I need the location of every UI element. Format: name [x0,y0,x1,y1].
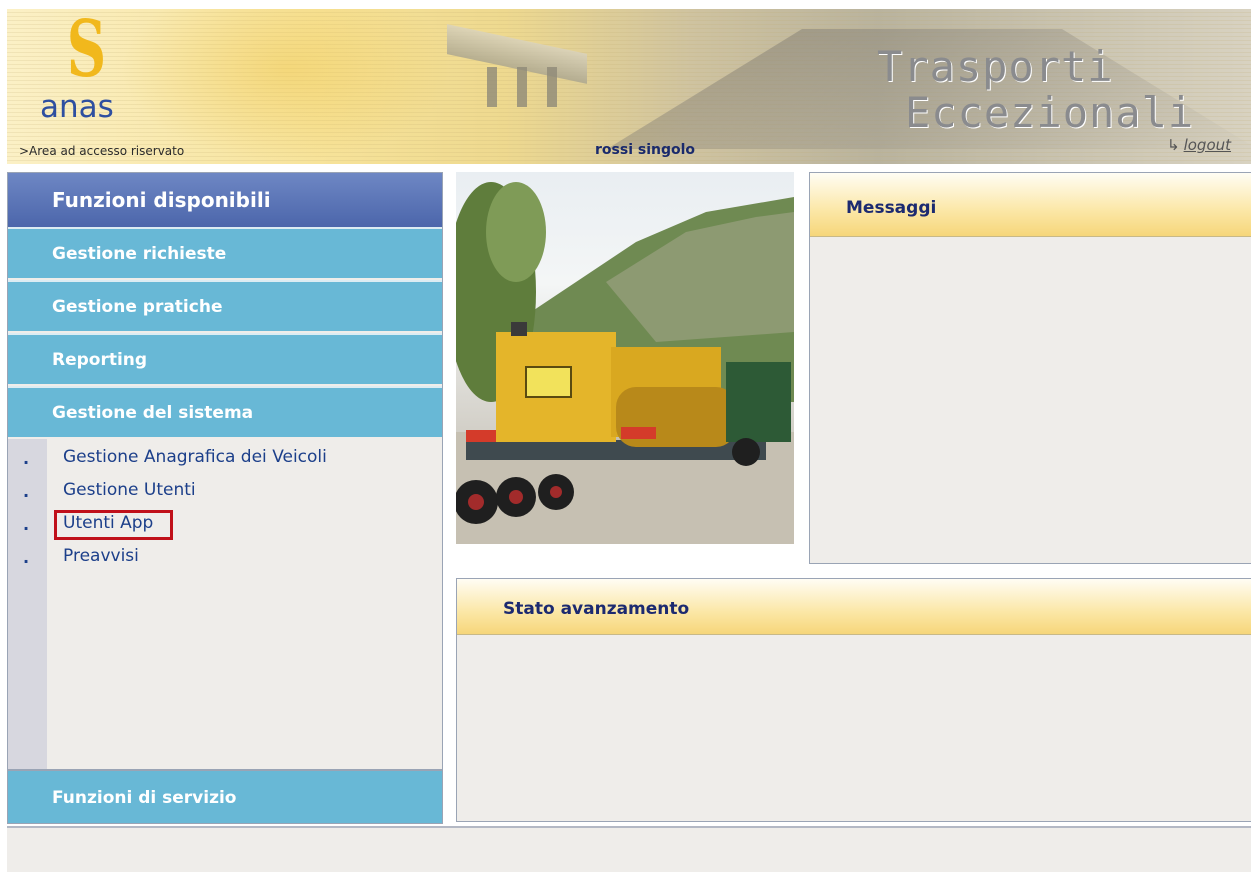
reserved-area-label: >Area ad accesso riservato [19,144,185,158]
username-label: rossi singolo [595,142,696,158]
sidebar-item-funzioni-servizio[interactable]: Funzioni di servizio [8,769,442,823]
submenu-gestione-sistema: . Gestione Anagrafica dei Veicoli . Gest… [8,439,442,769]
submenu-item-utenti-app[interactable]: . Utenti App [8,510,442,543]
brand-title-line1: Trasporti [877,42,1114,91]
sidebar: Funzioni disponibili Gestione richieste … [7,172,443,824]
anas-logo-text: anas [40,89,114,125]
sidebar-item-label: Gestione del sistema [52,403,254,423]
sidebar-item-reporting[interactable]: Reporting [8,333,442,384]
footer-bar [7,826,1251,872]
progress-status-title: Stato avanzamento [457,579,1251,635]
messages-panel-title: Messaggi [810,173,1251,237]
bulldozer-truck-photo [456,172,794,544]
sidebar-item-gestione-pratiche[interactable]: Gestione pratiche [8,280,442,331]
sidebar-item-label: Reporting [52,350,148,370]
sidebar-item-label: Gestione richieste [52,244,227,264]
sidebar-item-label: Funzioni di servizio [52,788,237,808]
banner-decoration [107,9,467,164]
submenu-item-label: Gestione Anagrafica dei Veicoli [63,447,327,467]
bullet-icon: . [23,548,30,567]
logout-link[interactable]: ↳ logout [1167,136,1231,154]
bullet-icon: . [23,449,30,468]
banner-pillar [487,67,497,107]
messages-panel: Messaggi [809,172,1251,564]
sidebar-title: Funzioni disponibili [8,173,442,227]
submenu-item-label: Preavvisi [63,546,139,566]
submenu-item-preavvisi[interactable]: . Preavvisi [8,546,442,576]
bullet-icon: . [23,482,30,501]
header-banner: S anas Trasporti Eccezionali >Area ad ac… [7,9,1251,164]
sidebar-item-label: Gestione pratiche [52,297,223,317]
submenu-item-anagrafica-veicoli[interactable]: . Gestione Anagrafica dei Veicoli [8,447,442,477]
submenu-item-label: Gestione Utenti [63,480,196,500]
photo-illustration [456,182,794,544]
bullet-icon: . [23,515,30,534]
logout-arrow-icon: ↳ [1167,136,1180,154]
anas-logo-icon: S [66,9,107,95]
submenu-item-label: Utenti App [63,513,154,533]
sidebar-item-gestione-richieste[interactable]: Gestione richieste [8,227,442,278]
sidebar-item-gestione-sistema[interactable]: Gestione del sistema [8,386,442,437]
submenu-item-gestione-utenti[interactable]: . Gestione Utenti [8,480,442,510]
banner-pillar [517,67,527,107]
progress-status-panel: Stato avanzamento [456,578,1251,822]
brand-title-line2: Eccezionali [905,88,1195,137]
logout-label: logout [1183,136,1232,154]
banner-pillar [547,67,557,107]
